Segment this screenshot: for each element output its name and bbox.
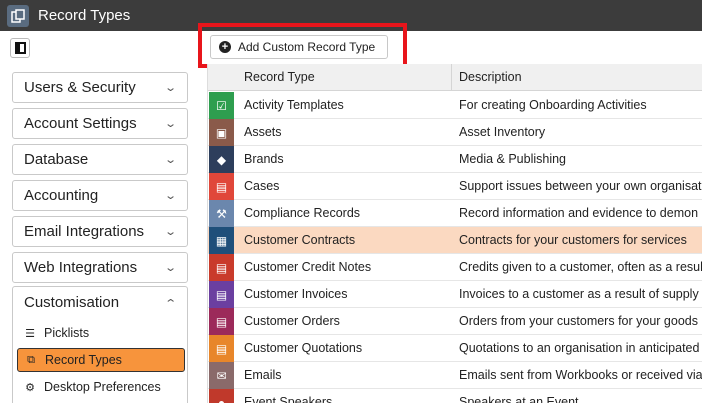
chevron-down-icon: ⌄ — [163, 190, 177, 202]
section-label: Customisation — [24, 294, 120, 311]
table-row[interactable]: ⚒ Compliance Records Record information an… — [208, 200, 702, 227]
description-cell: Quotations to an organisation in anticip… — [459, 341, 700, 355]
sidebar-toggle-icon — [14, 42, 26, 54]
record-type-cell: Activity Templates — [244, 98, 344, 112]
list-icon: ☰ — [25, 327, 35, 340]
record-types-icon: ⧉ — [27, 353, 35, 366]
sidebar-item-label: Desktop Preferences — [44, 380, 161, 394]
sliders-icon: ⚙ — [25, 381, 35, 394]
sidebar-section-users-security[interactable]: Users & Security ⌄ — [12, 72, 188, 103]
chevron-down-icon: ⌄ — [163, 118, 177, 130]
record-type-cell: Customer Contracts — [244, 233, 356, 247]
section-label: Accounting — [24, 187, 99, 204]
table-row[interactable]: ▤ Customer Orders Orders from your custome… — [208, 308, 702, 335]
record-type-cell: Customer Invoices — [244, 287, 348, 301]
record-type-cell: Customer Orders — [244, 314, 340, 328]
sidebar: Users & Security ⌄ Account Settings ⌄ Da… — [0, 64, 197, 403]
record-type-cell: Compliance Records — [244, 206, 361, 220]
invoice-icon: ▤ — [209, 281, 234, 308]
description-cell: Speakers at an Event — [459, 395, 579, 403]
table-row[interactable]: ▤ Customer Invoices Invoices to a customer… — [208, 281, 702, 308]
sidebar-item-label: Picklists — [44, 326, 90, 340]
description-cell: For creating Onboarding Activities — [459, 98, 647, 112]
description-cell: Asset Inventory — [459, 125, 546, 139]
table-row[interactable]: ☑ Activity Templates For creating Onboardi… — [208, 92, 702, 119]
gavel-icon: ⚒ — [209, 200, 234, 227]
grid-header: Record Type Description — [208, 64, 702, 91]
record-types-icon — [7, 4, 29, 27]
description-cell: Orders from your customers for your good… — [459, 314, 698, 328]
sidebar-section-account-settings[interactable]: Account Settings ⌄ — [12, 108, 188, 139]
section-label: Web Integrations — [24, 259, 138, 276]
quotation-icon: ▤ — [209, 335, 234, 362]
description-cell: Media & Publishing — [459, 152, 567, 166]
sidebar-item-desktop-preferences[interactable]: ⚙ Desktop Preferences — [17, 375, 185, 399]
description-cell: Credits given to a customer, often as a … — [459, 260, 702, 274]
customisation-header[interactable]: Customisation ⌄ — [13, 287, 187, 318]
column-header-record-type[interactable]: Record Type — [244, 64, 315, 91]
record-type-cell: Brands — [244, 152, 284, 166]
sidebar-section-email-integrations[interactable]: Email Integrations ⌄ — [12, 216, 188, 247]
table-row[interactable]: ◆ Brands Media & Publishing — [208, 146, 702, 173]
description-cell: Contracts for your customers for service… — [459, 233, 687, 247]
envelope-icon: ✉ — [209, 362, 234, 389]
section-label: Users & Security — [24, 79, 136, 96]
table-row[interactable]: ▦ Customer Contracts Contracts for your cu… — [208, 227, 702, 254]
order-icon: ▤ — [209, 308, 234, 335]
column-header-description[interactable]: Description — [459, 64, 522, 91]
record-types-grid: Record Type Description ☑ Activity Templa… — [207, 64, 702, 403]
description-cell: Record information and evidence to demon — [459, 206, 699, 220]
panel-toggle-button[interactable] — [10, 38, 30, 58]
sidebar-item-record-types[interactable]: ⧉ Record Types — [17, 348, 185, 372]
description-cell: Support issues between your own organisa… — [459, 179, 702, 193]
section-label: Database — [24, 151, 89, 168]
highlight-annotation — [198, 23, 407, 68]
window-title: Record Types — [38, 7, 131, 24]
table-row[interactable]: ▤ Cases Support issues between your own or… — [208, 173, 702, 200]
table-row[interactable]: ● Event Speakers Speakers at an Event — [208, 389, 702, 403]
sidebar-item-picklists[interactable]: ☰ Picklists — [17, 321, 185, 345]
sidebar-item-label: Record Types — [45, 353, 122, 367]
contract-icon: ▦ — [209, 227, 234, 254]
record-type-cell: Event Speakers — [244, 395, 333, 403]
chevron-down-icon: ⌄ — [163, 226, 177, 238]
cube-icon: ▣ — [209, 119, 234, 146]
credit-note-icon: ▤ — [209, 254, 234, 281]
sidebar-section-accounting[interactable]: Accounting ⌄ — [12, 180, 188, 211]
record-type-cell: Cases — [244, 179, 280, 193]
record-type-cell: Customer Credit Notes — [244, 260, 372, 274]
table-row[interactable]: ▣ Assets Asset Inventory — [208, 119, 702, 146]
sidebar-section-web-integrations[interactable]: Web Integrations ⌄ — [12, 252, 188, 283]
chevron-up-icon: ⌄ — [163, 296, 177, 308]
sidebar-section-database[interactable]: Database ⌄ — [12, 144, 188, 175]
description-cell: Emails sent from Workbooks or received v… — [459, 368, 702, 382]
table-row[interactable]: ▤ Customer Quotations Quotations to an org… — [208, 335, 702, 362]
chevron-down-icon: ⌄ — [163, 262, 177, 274]
clipboard-icon: ☑ — [209, 92, 234, 119]
record-type-cell: Customer Quotations — [244, 341, 363, 355]
description-cell: Invoices to a customer as a result of su… — [459, 287, 699, 301]
diamond-icon: ◆ — [209, 146, 234, 173]
sidebar-section-customisation: Customisation ⌄ ☰ Picklists ⧉ Record Typ… — [12, 286, 188, 403]
record-type-cell: Assets — [244, 125, 282, 139]
speaker-icon: ● — [209, 389, 234, 403]
briefcase-icon: ▤ — [209, 173, 234, 200]
record-type-cell: Emails — [244, 368, 282, 382]
chevron-down-icon: ⌄ — [163, 154, 177, 166]
section-label: Email Integrations — [24, 223, 145, 240]
table-row[interactable]: ✉ Emails Emails sent from Workbooks or rec… — [208, 362, 702, 389]
column-divider — [451, 64, 452, 91]
chevron-down-icon: ⌄ — [163, 82, 177, 94]
section-label: Account Settings — [24, 115, 137, 132]
table-row[interactable]: ▤ Customer Credit Notes Credits given to a… — [208, 254, 702, 281]
